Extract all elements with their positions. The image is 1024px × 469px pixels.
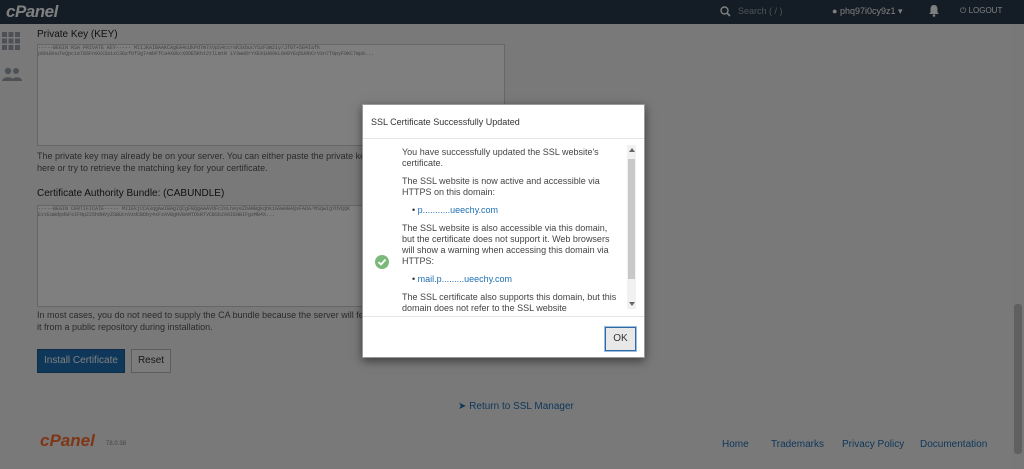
ok-button[interactable]: OK <box>605 327 636 351</box>
divider <box>363 316 644 317</box>
dialog-scrollbar[interactable] <box>627 145 636 309</box>
scroll-up-icon[interactable] <box>629 148 635 152</box>
message-also-accessible: The SSL website is also accessible via t… <box>402 223 610 266</box>
dialog-message: You have successfully updated the SSL we… <box>402 147 622 315</box>
dialog-body: You have successfully updated the SSL we… <box>363 139 644 315</box>
dialog-scrollbar-thumb[interactable] <box>628 159 635 279</box>
message-active: The SSL website is now active and access… <box>402 176 600 197</box>
scroll-down-icon[interactable] <box>629 302 635 306</box>
check-circle-icon <box>375 255 389 269</box>
dialog-title: SSL Certificate Successfully Updated <box>371 117 520 127</box>
domain-link-mail[interactable]: mail.p.........ueechy.com <box>412 274 622 285</box>
success-dialog: SSL Certificate Successfully Updated You… <box>362 104 645 358</box>
domain-link-primary[interactable]: p...........ueechy.com <box>412 205 622 216</box>
message-updated: You have successfully updated the SSL we… <box>402 147 599 168</box>
message-also-supports: The SSL certificate also supports this d… <box>402 292 617 313</box>
